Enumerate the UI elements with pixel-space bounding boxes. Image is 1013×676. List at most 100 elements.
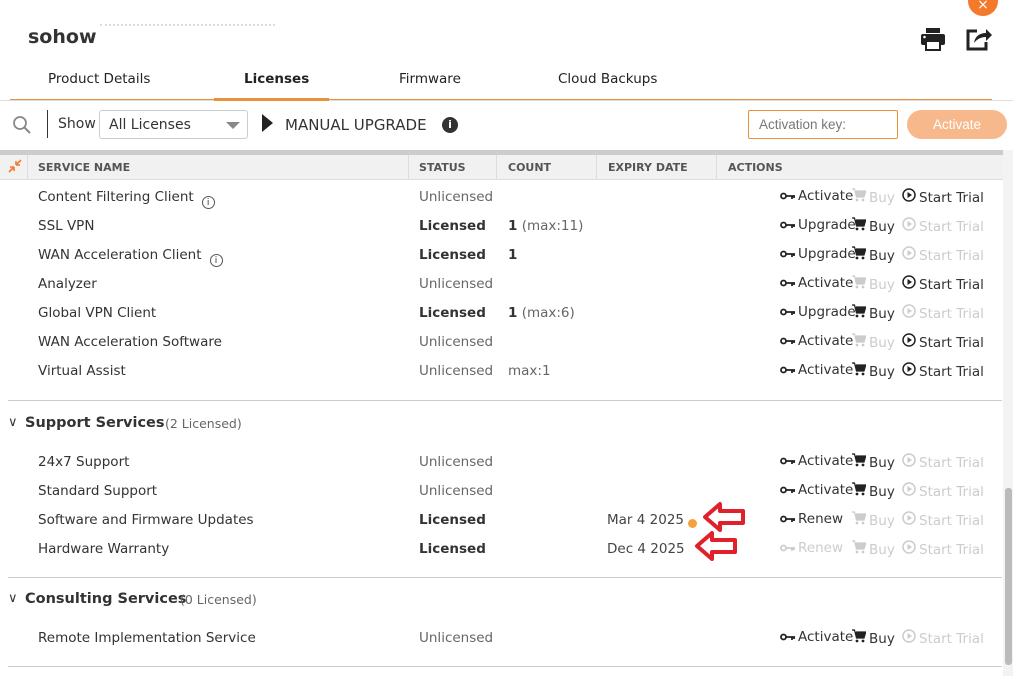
action-buy[interactable]: Buy [852,453,895,471]
collapse-all-icon[interactable] [8,159,22,176]
action-buy[interactable]: Buy [852,246,895,264]
table-row: Hardware Warranty Licensed Dec 4 2025 Renew… [0,531,1003,563]
action-buy[interactable]: Buy [852,362,895,380]
manual-upgrade-toggle[interactable]: MANUAL UPGRADE [285,116,427,134]
action-activate[interactable]: Activate [780,362,853,378]
action-activate[interactable]: Activate [780,188,853,204]
action-label: Start Trial [919,513,984,529]
tab-product-details[interactable]: Product Details [48,71,150,87]
action-buy[interactable]: Buy [852,304,895,322]
key-icon [780,540,795,556]
search-icon[interactable] [12,115,32,139]
action-buy[interactable]: Buy [852,629,895,647]
action-activate[interactable]: Activate [780,275,853,291]
cart-icon [852,540,867,558]
table-row: Remote Implementation Service Unlicensed A… [0,623,1003,652]
activate-button[interactable]: Activate [907,110,1007,139]
license-status: Unlicensed [419,454,494,470]
cart-icon [852,453,867,471]
action-buy[interactable]: Buy [852,511,895,529]
action-start-trial[interactable]: Start Trial [902,482,984,500]
action-buy[interactable]: Buy [852,275,895,293]
table-row: WAN Acceleration Software Unlicensed Activ… [0,327,1003,356]
action-start-trial[interactable]: Start Trial [902,629,984,647]
action-label: Upgrade [798,217,856,233]
action-label: Buy [869,631,895,647]
action-buy[interactable]: Buy [852,482,895,500]
divider [47,110,48,138]
column-header-count[interactable]: COUNT [508,161,551,174]
section-title: Consulting Services [25,591,187,607]
cart-icon [852,304,867,322]
key-icon [780,304,795,320]
section-header[interactable]: ∨ Support Services (2 Licensed) [0,413,1003,437]
license-status: Licensed [419,541,486,557]
action-label: Buy [869,219,895,235]
action-activate[interactable]: Activate [780,453,853,469]
section-header[interactable]: ∨ Consulting Services (0 Licensed) [0,589,1003,613]
tab-firmware[interactable]: Firmware [399,71,461,87]
action-start-trial[interactable]: Start Trial [902,453,984,471]
service-name: Global VPN Client [38,305,157,321]
action-upgrade[interactable]: Upgrade [780,217,856,233]
play-circle-icon [902,304,916,322]
action-buy[interactable]: Buy [852,540,895,558]
service-name: Analyzer [38,276,97,292]
expiry-date: Dec 4 2025 [607,541,685,557]
license-status: Unlicensed [419,334,494,350]
action-renew[interactable]: Renew [780,540,843,556]
cart-icon [852,275,867,293]
key-icon [780,217,795,233]
print-icon[interactable] [920,27,946,55]
chevron-down-icon[interactable]: ∨ [8,415,18,430]
action-buy[interactable]: Buy [852,188,895,206]
info-icon[interactable]: i [201,196,215,209]
action-label: Activate [798,188,854,204]
action-upgrade[interactable]: Upgrade [780,304,856,320]
action-start-trial[interactable]: Start Trial [902,217,984,235]
action-start-trial[interactable]: Start Trial [902,362,984,380]
action-activate[interactable]: Activate [780,629,853,645]
action-activate[interactable]: Activate [780,482,853,498]
close-button[interactable]: × [968,0,998,16]
play-circle-icon [902,511,916,529]
action-start-trial[interactable]: Start Trial [902,540,984,558]
expand-triangle-icon[interactable] [262,114,273,132]
info-icon[interactable]: i [442,117,458,133]
action-start-trial[interactable]: Start Trial [902,333,984,351]
tab-licenses[interactable]: Licenses [244,71,309,87]
export-icon[interactable] [965,26,993,56]
action-upgrade[interactable]: Upgrade [780,246,856,262]
table-row: Standard Support Unlicensed Activate Buy Sta… [0,476,1003,505]
column-header-status[interactable]: STATUS [419,161,466,174]
show-label: Show [58,116,96,132]
tab-cloud-backups[interactable]: Cloud Backups [558,71,657,87]
divider [8,400,1002,401]
section-license-count: (2 Licensed) [165,416,242,431]
action-buy[interactable]: Buy [852,333,895,351]
chevron-down-icon[interactable]: ∨ [8,591,18,606]
section-title: Support Services [25,415,165,431]
activation-key-input[interactable] [748,110,898,139]
action-start-trial[interactable]: Start Trial [902,275,984,293]
action-label: Activate [798,629,854,645]
action-renew[interactable]: Renew [780,511,843,527]
action-activate[interactable]: Activate [780,333,853,349]
play-circle-icon [902,333,916,351]
table-row: WAN Acceleration Client i Licensed 1 Upgrade… [0,240,1003,269]
table-row: Virtual Assist Unlicensed max:1 Activate Buy… [0,356,1003,385]
info-icon[interactable]: i [209,254,223,267]
action-start-trial[interactable]: Start Trial [902,304,984,322]
column-header-service-name[interactable]: SERVICE NAME [38,161,130,174]
action-start-trial[interactable]: Start Trial [902,246,984,264]
scrollbar-thumb[interactable] [1005,488,1012,665]
action-start-trial[interactable]: Start Trial [902,188,984,206]
column-header-expiry-date[interactable]: EXPIRY DATE [608,161,688,174]
cart-icon [852,217,867,235]
license-status: Unlicensed [419,189,494,205]
action-label: Buy [869,542,895,558]
action-buy[interactable]: Buy [852,217,895,235]
action-start-trial[interactable]: Start Trial [902,511,984,529]
action-label: Activate [798,275,854,291]
action-label: Start Trial [919,455,984,471]
